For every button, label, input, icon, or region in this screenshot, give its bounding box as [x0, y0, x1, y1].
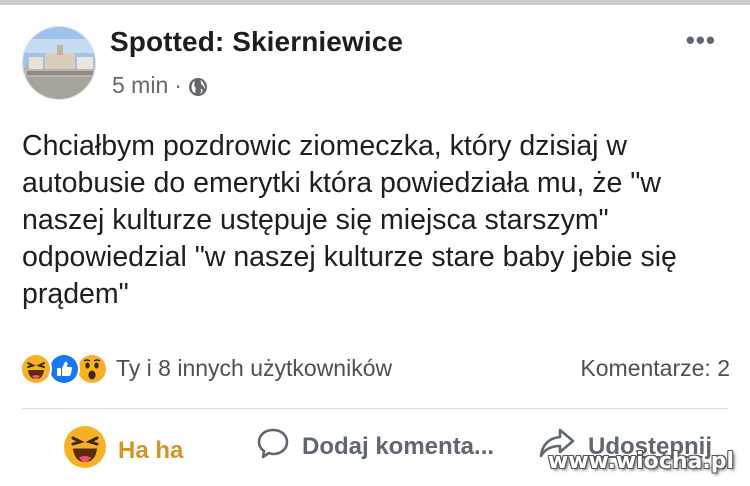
post-meta: 5 min · — [112, 72, 208, 99]
add-comment-label: Dodaj komenta... — [302, 432, 495, 460]
haha-reaction-button[interactable]: Ha ha — [64, 426, 183, 475]
post-timestamp[interactable]: 5 min — [112, 72, 168, 99]
top-divider-strip — [0, 0, 750, 5]
haha-emoji-icon — [20, 353, 52, 385]
wow-emoji-icon — [76, 353, 108, 385]
reaction-icons-group[interactable] — [20, 351, 112, 385]
comments-count-link[interactable]: Komentarze: 2 — [580, 355, 730, 382]
post-header: Spotted: Skierniewice 5 min · ••• — [22, 22, 728, 104]
like-icon — [48, 353, 80, 385]
more-options-button[interactable]: ••• — [686, 27, 716, 53]
globe-icon — [188, 76, 208, 96]
reactions-summary-row: Ty i 8 innych użytkowników Komentarze: 2 — [20, 350, 730, 386]
post-body-text: Chciałbym pozdrowic ziomeczka, który dzi… — [22, 130, 677, 310]
haha-reaction-label: Ha ha — [118, 436, 184, 464]
add-comment-button[interactable]: Dodaj komenta... — [256, 426, 494, 467]
reactions-summary-text[interactable]: Ty i 8 innych użytkowników — [116, 355, 392, 382]
haha-emoji-icon — [64, 426, 106, 475]
site-watermark: www.wiocha.pl — [547, 449, 734, 474]
meta-separator: · — [174, 72, 182, 98]
page-avatar[interactable] — [22, 26, 96, 100]
comment-bubble-icon — [256, 426, 290, 467]
actions-divider — [22, 408, 728, 409]
page-name-link[interactable]: Spotted: Skierniewice — [110, 26, 403, 58]
